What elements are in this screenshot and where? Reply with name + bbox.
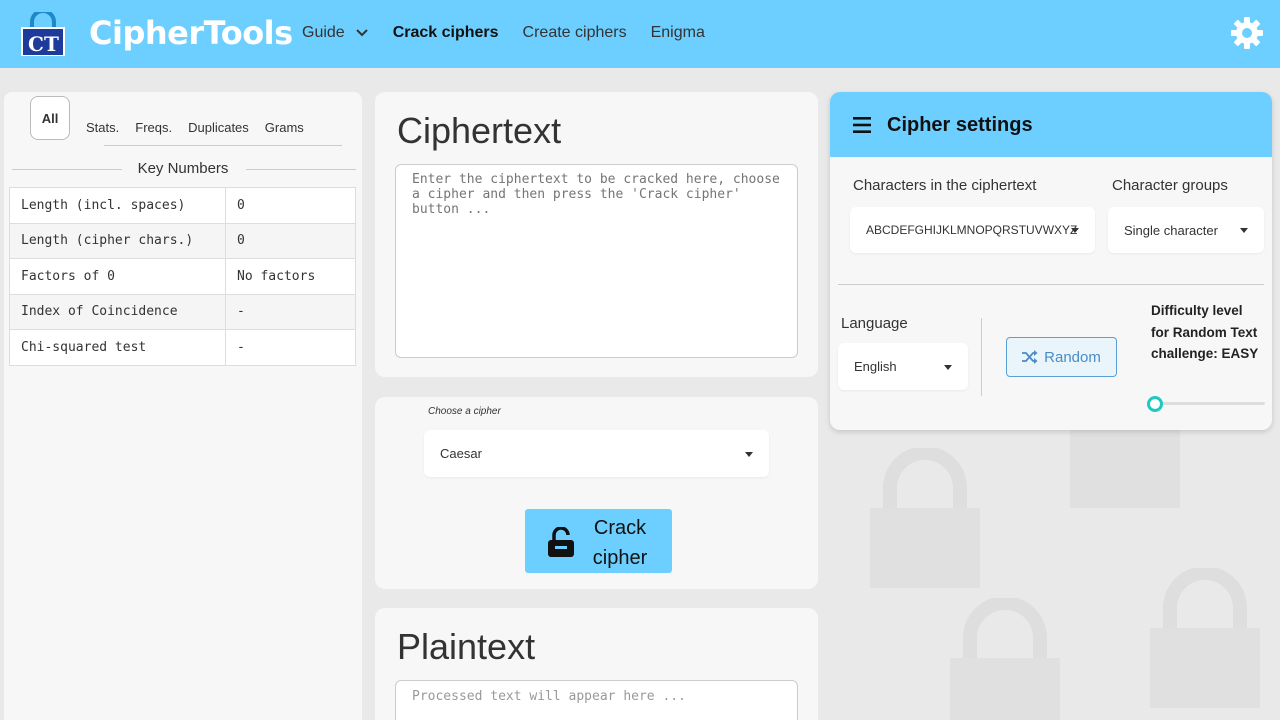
- nav-crack-ciphers[interactable]: Crack ciphers: [393, 24, 499, 42]
- nav-enigma[interactable]: Enigma: [651, 24, 705, 42]
- shuffle-icon: [1022, 350, 1038, 364]
- key-numbers-title: Key Numbers: [137, 160, 229, 177]
- table-row: Chi-squared test -: [9, 329, 356, 366]
- groups-select-value: Single character: [1124, 222, 1218, 238]
- plaintext-title: Plaintext: [397, 626, 536, 667]
- table-row: Length (incl. spaces) 0: [9, 187, 356, 224]
- svg-text:C: C: [28, 32, 44, 56]
- menu-icon[interactable]: [853, 117, 871, 133]
- crack-cipher-label: Crack cipher: [592, 517, 648, 569]
- ciphertext-input[interactable]: [395, 164, 798, 358]
- dropdown-arrow-icon: [745, 451, 753, 457]
- cipher-settings-header: Cipher settings: [830, 92, 1272, 157]
- difficulty-slider-thumb[interactable]: [1147, 396, 1163, 412]
- table-row: Length (cipher chars.) 0: [9, 222, 356, 259]
- crack-cipher-button[interactable]: Crack cipher: [525, 509, 672, 573]
- key-numbers-table: Length (incl. spaces) 0 Length (cipher ch…: [9, 187, 356, 366]
- stat-value: No factors: [225, 258, 356, 295]
- language-label: Language: [841, 315, 908, 332]
- random-label: Random: [1044, 348, 1101, 366]
- ciphertext-card: Ciphertext: [375, 92, 818, 377]
- svg-text:T: T: [44, 32, 59, 56]
- dropdown-arrow-icon: [1240, 228, 1248, 233]
- ciphertext-title: Ciphertext: [397, 110, 562, 151]
- tab-duplicates[interactable]: Duplicates: [180, 100, 257, 140]
- language-select-value: English: [854, 359, 897, 374]
- stat-key: Length (incl. spaces): [9, 187, 226, 224]
- stat-key: Index of Coincidence: [9, 293, 226, 330]
- watermark-lock-icon: [1150, 568, 1260, 708]
- main-nav: Guide Crack ciphers Create ciphers Enigm…: [302, 24, 729, 42]
- stat-value: 0: [225, 222, 356, 259]
- chars-select[interactable]: ABCDEFGHIJKLMNOPQRSTUVWXYZ: [850, 207, 1095, 253]
- stat-value: 0: [225, 187, 356, 224]
- language-select[interactable]: English: [838, 343, 968, 390]
- tab-all[interactable]: All: [30, 96, 70, 140]
- tab-grams[interactable]: Grams: [257, 100, 312, 140]
- stat-value: -: [225, 293, 356, 330]
- tab-stats[interactable]: Stats.: [78, 100, 127, 140]
- cipher-select-value: Caesar: [440, 446, 482, 461]
- nav-guide[interactable]: Guide: [302, 24, 369, 42]
- table-row: Index of Coincidence -: [9, 293, 356, 330]
- chars-select-value: ABCDEFGHIJKLMNOPQRSTUVWXYZ: [866, 223, 1078, 237]
- plaintext-card: Plaintext Processed text will appear her…: [375, 608, 818, 720]
- cipher-settings-panel: Cipher settings Characters in the cipher…: [830, 92, 1272, 430]
- stat-value: -: [225, 329, 356, 366]
- watermark-lock-icon: [950, 598, 1060, 720]
- chevron-down-icon: [355, 29, 368, 37]
- choose-cipher-card: Choose a cipher Caesar Crack cipher: [375, 397, 818, 589]
- random-button[interactable]: Random: [1006, 337, 1117, 377]
- groups-label: Character groups: [1112, 177, 1228, 194]
- nav-create-ciphers[interactable]: Create ciphers: [523, 24, 627, 42]
- difficulty-slider-track[interactable]: [1155, 402, 1265, 405]
- vertical-divider: [981, 318, 982, 396]
- ciphertools-logo-icon[interactable]: C T: [20, 12, 66, 56]
- chars-label: Characters in the ciphertext: [853, 177, 1037, 194]
- tab-underline: [104, 145, 342, 146]
- nav-guide-label: Guide: [302, 24, 345, 41]
- dropdown-arrow-icon: [1071, 228, 1079, 233]
- cipher-settings-title: Cipher settings: [887, 114, 1033, 136]
- plaintext-output[interactable]: Processed text will appear here ...: [395, 680, 798, 720]
- tab-freqs[interactable]: Freqs.: [127, 100, 180, 140]
- brand-name[interactable]: CipherTools: [89, 14, 293, 52]
- difficulty-text: Difficulty level for Random Text challen…: [1151, 303, 1259, 361]
- unlock-icon: [548, 527, 574, 557]
- choose-cipher-label: Choose a cipher: [428, 406, 501, 417]
- cipher-select[interactable]: Caesar: [424, 430, 769, 477]
- gear-icon[interactable]: [1230, 16, 1264, 50]
- settings-divider: [838, 284, 1264, 285]
- analysis-panel: All Stats. Freqs. Duplicates Grams Key N…: [4, 92, 362, 720]
- stat-key: Length (cipher chars.): [9, 222, 226, 259]
- groups-select[interactable]: Single character: [1108, 207, 1264, 253]
- stat-key: Chi-squared test: [9, 329, 226, 366]
- stat-key: Factors of 0: [9, 258, 226, 295]
- table-row: Factors of 0 No factors: [9, 258, 356, 295]
- top-header: C T CipherTools Guide Crack ciphers Crea…: [0, 0, 1280, 68]
- watermark-lock-icon: [870, 448, 980, 588]
- analysis-tabs: All Stats. Freqs. Duplicates Grams: [30, 96, 312, 140]
- dropdown-arrow-icon: [944, 364, 952, 370]
